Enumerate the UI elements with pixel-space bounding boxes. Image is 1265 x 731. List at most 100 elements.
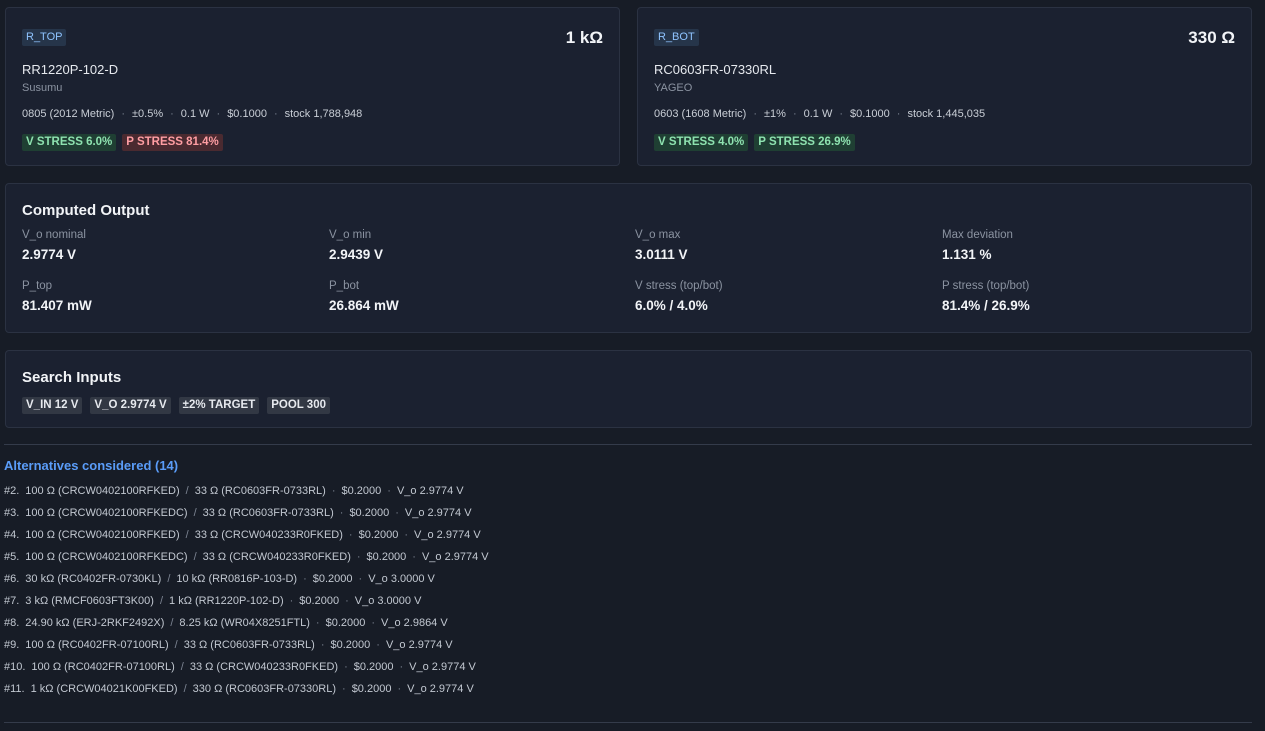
separator: · — [404, 529, 409, 541]
metric-value: 3.0111 V — [635, 247, 688, 262]
metric-value: 81.4% / 26.9% — [942, 298, 1030, 313]
r-top-package: 0805 (2012 Metric) — [22, 108, 115, 120]
metric-label: V_o min — [329, 229, 372, 241]
r-bot-specs: 0603 (1608 Metric) · ±1% · 0.1 W · $0.1000 · sto… — [654, 108, 986, 120]
chip-target: ±2% TARGET — [178, 397, 260, 414]
divider-top — [4, 444, 1252, 445]
search-chips: V_IN 12 V V_O 2.9774 V ±2% TARGET POOL 300 — [22, 395, 338, 414]
alt-top-resistor: 1 kΩ (CRCW04021K00FKED) — [30, 683, 178, 695]
separator: / — [174, 639, 178, 651]
metric-label: P_top — [22, 280, 53, 292]
metric-p-stress: P stress (top/bot) 81.4% / 26.9% — [942, 280, 1030, 313]
metric-vo-max: V_o max 3.0111 V — [635, 229, 688, 262]
alt-vo: V_o 2.9774 V — [404, 507, 472, 519]
alt-bot-resistor: 8.25 kΩ (WR04X8251FTL) — [179, 617, 310, 629]
r-top-p-stress-badge: P STRESS 81.4% — [122, 134, 223, 151]
separator: · — [412, 551, 416, 563]
metric-value: 1.131 % — [942, 247, 992, 262]
search-inputs-title: Search Inputs — [22, 369, 122, 386]
alt-rank: #6. — [4, 573, 20, 585]
alt-vo: V_o 2.9774 V — [421, 551, 489, 563]
metric-value: 6.0% / 4.0% — [635, 298, 708, 313]
alt-vo: V_o 2.9774 V — [385, 639, 453, 651]
metric-value: 26.864 mW — [329, 298, 399, 313]
list-item: #6. 30 kΩ (RC0402FR-0730KL) / 10 kΩ (RR0816… — [4, 572, 489, 594]
alt-vo: V_o 3.0000 V — [354, 595, 422, 607]
alt-bot-resistor: 330 Ω (RC0603FR-07330RL) — [192, 683, 337, 695]
metric-max-deviation: Max deviation 1.131 % — [942, 229, 1013, 262]
separator: · — [342, 683, 346, 695]
alt-top-resistor: 100 Ω (CRCW0402100RFKED) — [25, 485, 180, 497]
separator: · — [387, 485, 391, 497]
r-bot-card: R_BOT 330 Ω RC0603FR-07330RL YAGEO 0603 … — [637, 7, 1252, 166]
alt-rank: #10. — [4, 661, 26, 673]
r-top-stock: stock 1,788,948 — [284, 108, 363, 120]
separator: · — [339, 507, 344, 519]
alt-price: $0.2000 — [349, 507, 390, 519]
metric-value: 2.9439 V — [329, 247, 384, 262]
alt-rank: #7. — [4, 595, 20, 607]
list-item: #11. 1 kΩ (CRCW04021K00FKED) / 330 Ω (RC060… — [4, 682, 489, 704]
alt-bot-resistor: 33 Ω (CRCW040233R0FKED) — [189, 661, 339, 673]
r-top-v-stress-badge: V STRESS 6.0% — [22, 134, 117, 151]
r-top-price: $0.1000 — [227, 108, 267, 120]
chip-pool: POOL 300 — [267, 397, 330, 414]
separator: · — [376, 639, 380, 651]
alt-bot-resistor: 33 Ω (CRCW040233R0FKED) — [194, 529, 343, 541]
r-top-part-number: RR1220P-102-D — [22, 62, 119, 77]
alt-rank: #3. — [4, 507, 20, 519]
r-bot-manufacturer: YAGEO — [654, 82, 693, 94]
alt-bot-resistor: 10 kΩ (RR0816P-103-D) — [176, 573, 298, 585]
r-top-value: 1 kΩ — [565, 28, 603, 47]
alt-bot-resistor: 33 Ω (RC0603FR-0733RL) — [183, 639, 315, 651]
separator: / — [193, 551, 197, 563]
r-bot-value: 330 Ω — [1188, 28, 1235, 47]
separator: · — [345, 595, 349, 607]
alt-vo: V_o 2.9774 V — [409, 661, 476, 673]
alternatives-list: #2. 100 Ω (CRCW0402100RFKED) / 33 Ω (RC0603… — [4, 484, 489, 704]
alternatives-toggle[interactable]: Alternatives considered (14) — [4, 458, 178, 473]
r-bot-v-stress-badge: V STRESS 4.0% — [654, 134, 749, 151]
r-bot-part-number: RC0603FR-07330RL — [654, 62, 777, 77]
r-bot-package: 0603 (1608 Metric) — [654, 108, 747, 120]
r-top-card: R_TOP 1 kΩ RR1220P-102-D Susumu 0805 (20… — [5, 7, 620, 166]
alt-top-resistor: 100 Ω (RC0402FR-07100RL) — [31, 661, 175, 673]
alt-price: $0.2000 — [351, 683, 392, 695]
separator: · — [397, 683, 402, 695]
alt-rank: #4. — [4, 529, 20, 541]
alt-price: $0.2000 — [325, 617, 366, 629]
metric-value: 2.9774 V — [22, 247, 77, 262]
r-bot-power: 0.1 W — [803, 108, 833, 120]
alt-price: $0.2000 — [358, 529, 399, 541]
alt-top-resistor: 30 kΩ (RC0402FR-0730KL) — [25, 573, 162, 585]
separator: · — [344, 661, 348, 673]
list-item: #2. 100 Ω (CRCW0402100RFKED) / 33 Ω (RC0603… — [4, 484, 489, 506]
list-item: #9. 100 Ω (RC0402FR-07100RL) / 33 Ω (RC0603… — [4, 638, 489, 660]
r-bot-stock: stock 1,445,035 — [907, 108, 986, 120]
separator: · — [348, 529, 353, 541]
metric-vo-nominal: V_o nominal 2.9774 V — [22, 229, 86, 262]
alt-top-resistor: 100 Ω (CRCW0402100RFKED) — [25, 529, 180, 541]
separator: / — [185, 485, 189, 497]
alt-rank: #11. — [4, 683, 25, 695]
r-top-badges: V STRESS 6.0% P STRESS 81.4% — [22, 132, 229, 151]
separator: / — [170, 617, 174, 629]
alt-bot-resistor: 33 Ω (RC0603FR-0733RL) — [202, 507, 334, 519]
alt-price: $0.2000 — [366, 551, 407, 563]
metric-p-top: P_top 81.407 mW — [22, 280, 92, 313]
separator: · — [395, 507, 399, 519]
alt-rank: #8. — [4, 617, 20, 629]
list-item: #7. 3 kΩ (RMCF0603FT3K00) / 1 kΩ (RR1220P-1… — [4, 594, 489, 616]
separator: · — [356, 551, 361, 563]
r-top-specs: 0805 (2012 Metric) · ±0.5% · 0.1 W · $0.1000 · s… — [22, 108, 363, 120]
r-bot-price: $0.1000 — [850, 108, 890, 120]
separator: / — [185, 529, 189, 541]
separator: / — [167, 573, 171, 585]
alt-vo: V_o 2.9774 V — [414, 529, 481, 541]
separator: · — [303, 573, 307, 585]
metric-label: P_bot — [329, 280, 360, 292]
list-item: #3. 100 Ω (CRCW0402100RFKEDC) / 33 Ω (RC060… — [4, 506, 489, 528]
metric-label: V_o max — [635, 229, 681, 241]
separator: · — [331, 485, 336, 497]
separator: / — [193, 507, 197, 519]
